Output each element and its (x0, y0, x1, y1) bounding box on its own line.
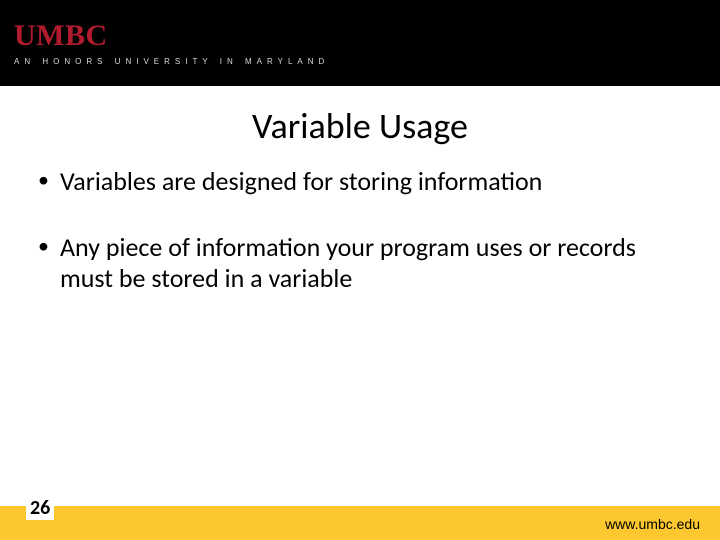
logo-tagline: AN HONORS UNIVERSITY IN MARYLAND (14, 57, 720, 66)
list-item: Any piece of information your program us… (36, 232, 690, 295)
slide-title: Variable Usage (0, 104, 720, 148)
page-number: 26 (26, 496, 54, 520)
logo-text: UMBC (14, 21, 720, 51)
slide-body: Variables are designed for storing infor… (36, 166, 690, 329)
list-item: Variables are designed for storing infor… (36, 166, 690, 198)
header-bar: UMBC AN HONORS UNIVERSITY IN MARYLAND (0, 0, 720, 86)
bullet-list: Variables are designed for storing infor… (36, 166, 690, 295)
footer-url: www.umbc.edu (605, 516, 700, 532)
slide: UMBC AN HONORS UNIVERSITY IN MARYLAND Va… (0, 0, 720, 540)
